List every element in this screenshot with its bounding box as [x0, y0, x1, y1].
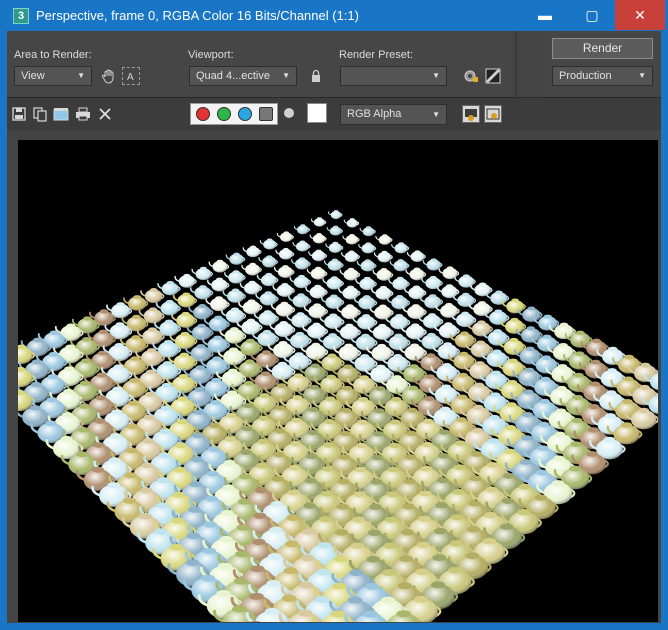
- maximize-button[interactable]: ▢: [569, 0, 615, 30]
- minimize-button[interactable]: ▬: [522, 0, 568, 30]
- render-setup-icon[interactable]: [462, 67, 480, 85]
- render-preset-label: Render Preset:: [339, 49, 413, 61]
- divider: [515, 31, 517, 97]
- green-channel-toggle[interactable]: [217, 107, 231, 121]
- chevron-down-icon: ▼: [638, 71, 646, 80]
- clear-icon[interactable]: [97, 106, 113, 122]
- chevron-down-icon: ▼: [432, 71, 440, 80]
- close-button[interactable]: ✕: [615, 0, 665, 30]
- render-preset-dropdown[interactable]: ▼: [340, 66, 447, 86]
- save-icon[interactable]: [11, 106, 27, 122]
- render-controls: Area to Render: View ▼ A Viewport: Quad …: [7, 31, 513, 97]
- frame-toolbar: RGB Alpha ▼: [7, 97, 661, 131]
- print-icon[interactable]: [75, 106, 91, 122]
- monochrome-toggle[interactable]: [259, 107, 273, 121]
- auto-region-icon[interactable]: A: [122, 67, 140, 85]
- chevron-down-icon: ▼: [77, 71, 85, 80]
- app-icon: 3: [13, 8, 29, 24]
- blue-channel-toggle[interactable]: [238, 107, 252, 121]
- chevron-down-icon: ▼: [282, 71, 290, 80]
- viewport-dropdown[interactable]: Quad 4...ective ▼: [189, 66, 297, 86]
- alpha-channel-toggle[interactable]: [284, 108, 294, 118]
- svg-text:A: A: [127, 72, 134, 83]
- red-channel-toggle[interactable]: [196, 107, 210, 121]
- area-to-render-dropdown[interactable]: View ▼: [14, 66, 92, 86]
- toggle-ui-icon[interactable]: [484, 105, 502, 123]
- viewport-value: Quad 4...ective: [196, 70, 270, 82]
- lock-icon[interactable]: [307, 67, 325, 85]
- area-to-render-label: Area to Render:: [14, 49, 92, 61]
- channel-display-value: RGB Alpha: [347, 108, 402, 120]
- rendered-image[interactable]: [18, 140, 658, 622]
- color-swatch[interactable]: [307, 103, 327, 123]
- hand-pan-icon[interactable]: [100, 67, 118, 85]
- area-to-render-value: View: [21, 70, 45, 82]
- production-dropdown[interactable]: Production ▼: [552, 66, 653, 86]
- chevron-down-icon: ▼: [432, 110, 440, 119]
- channel-display-dropdown[interactable]: RGB Alpha ▼: [340, 104, 447, 125]
- render-button[interactable]: Render: [552, 38, 653, 59]
- render-frame-window: 3 Perspective, frame 0, RGBA Color 16 Bi…: [0, 0, 668, 630]
- environment-effects-icon[interactable]: [484, 67, 502, 85]
- viewport-label: Viewport:: [188, 49, 234, 61]
- channel-toggles: [190, 103, 278, 125]
- copy-icon[interactable]: [32, 106, 48, 122]
- toggle-ui-overlay-icon[interactable]: [462, 105, 480, 123]
- teapot-array-render: [18, 210, 658, 622]
- frame-margin: [7, 130, 661, 140]
- render-panel: Area to Render: View ▼ A Viewport: Quad …: [7, 31, 661, 623]
- window-title: Perspective, frame 0, RGBA Color 16 Bits…: [36, 8, 359, 23]
- clone-frame-icon[interactable]: [53, 106, 69, 122]
- title-bar[interactable]: 3 Perspective, frame 0, RGBA Color 16 Bi…: [0, 0, 668, 31]
- production-value: Production: [559, 70, 612, 82]
